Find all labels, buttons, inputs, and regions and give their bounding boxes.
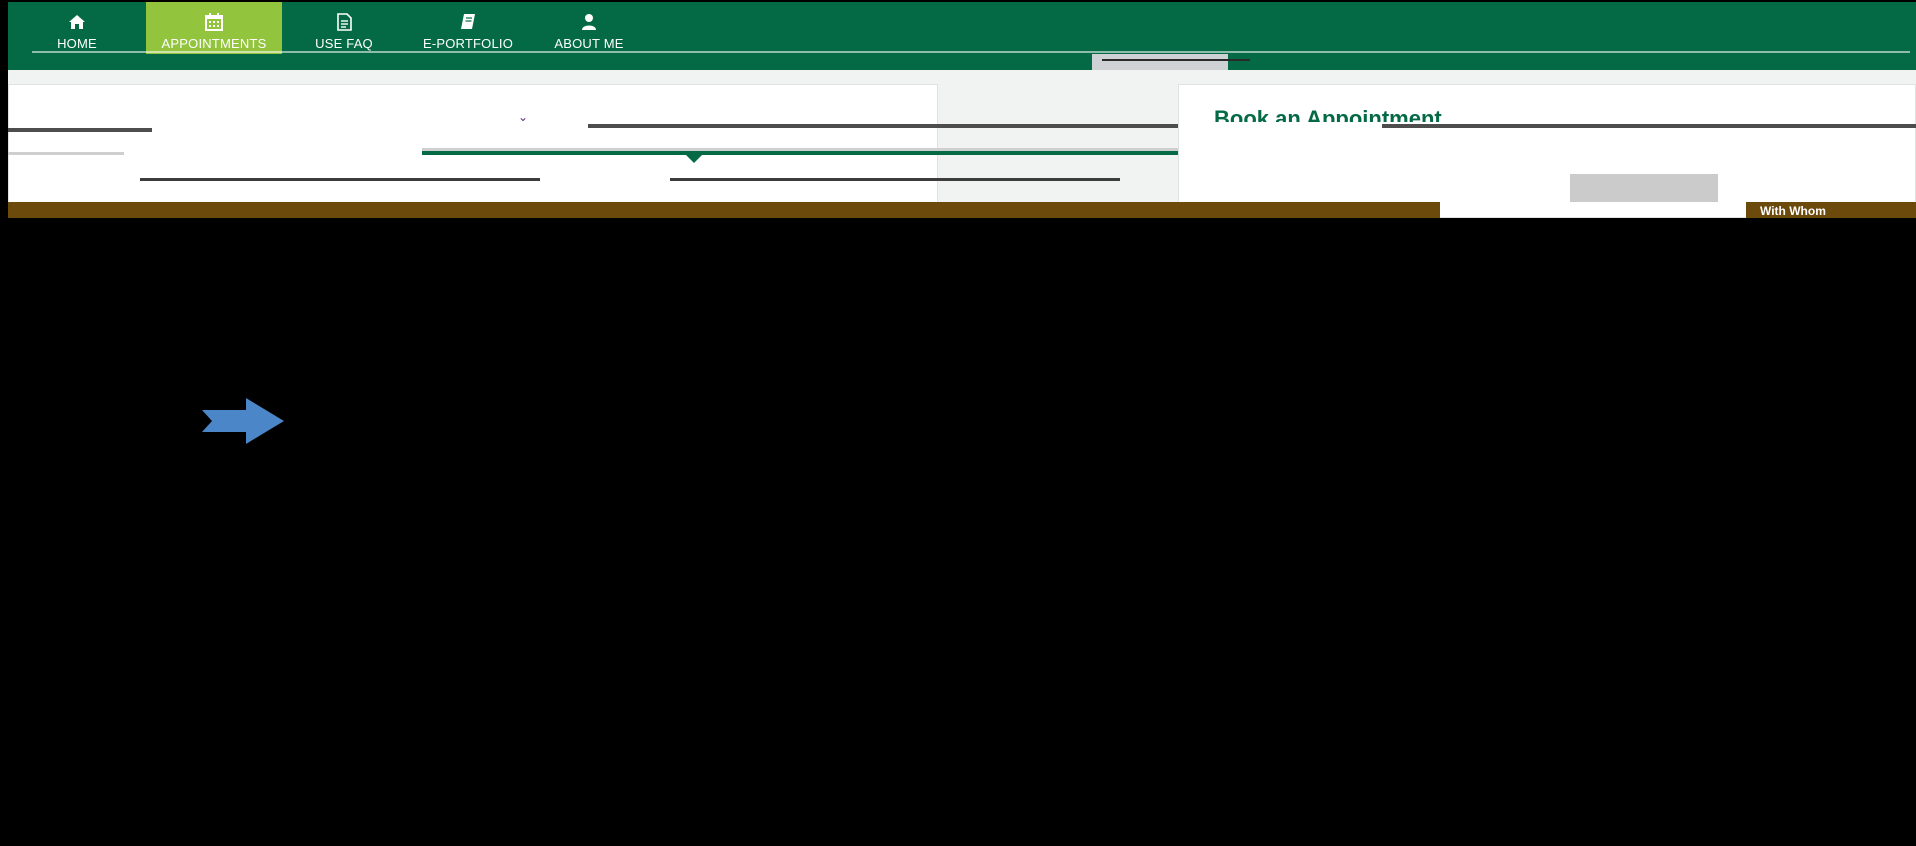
results-header-bar bbox=[8, 202, 1440, 218]
app-window: HOME APPOINTMENTS USE FAQ E-PORTFOLIO AB… bbox=[8, 0, 1916, 846]
nav-label-e-portfolio: E-PORTFOLIO bbox=[422, 36, 514, 51]
home-icon bbox=[69, 15, 85, 29]
panel-subheading-rule bbox=[8, 152, 124, 155]
right-panel-field[interactable] bbox=[1570, 174, 1718, 202]
nav-menu: HOME APPOINTMENTS USE FAQ E-PORTFOLIO AB… bbox=[8, 2, 648, 54]
calendar-icon bbox=[205, 13, 223, 31]
right-panel-rule bbox=[1382, 124, 1916, 128]
nav-item-appointments[interactable]: APPOINTMENTS bbox=[146, 2, 282, 54]
active-step-pointer bbox=[686, 155, 702, 163]
document-icon bbox=[337, 13, 352, 31]
nav-item-home[interactable]: HOME bbox=[8, 2, 146, 54]
nav-tab-underline bbox=[1102, 59, 1250, 61]
panel-heading-rule bbox=[8, 128, 152, 132]
top-navigation-bar: HOME APPOINTMENTS USE FAQ E-PORTFOLIO AB… bbox=[8, 2, 1916, 72]
book-icon bbox=[461, 14, 475, 29]
nav-item-e-portfolio[interactable]: E-PORTFOLIO bbox=[406, 2, 530, 54]
nav-divider bbox=[32, 51, 1910, 53]
user-icon bbox=[582, 14, 596, 30]
book-appointment-panel bbox=[1178, 84, 1916, 218]
nav-label-about-me: ABOUT ME bbox=[554, 36, 624, 51]
obscured-content-area bbox=[8, 218, 1916, 846]
nav-item-about-me[interactable]: ABOUT ME bbox=[530, 2, 648, 54]
right-arrow-icon bbox=[202, 398, 284, 444]
step-rule bbox=[670, 178, 1120, 181]
with-whom-card[interactable]: With Whom bbox=[1746, 202, 1916, 218]
nav-item-use-faq[interactable]: USE FAQ bbox=[282, 2, 406, 54]
nav-label-use-faq: USE FAQ bbox=[315, 36, 373, 51]
step-rule bbox=[140, 178, 540, 181]
book-appointment-title: Book an Appointment bbox=[1214, 106, 1442, 122]
nav-label-home: HOME bbox=[57, 36, 97, 51]
nav-label-appointments: APPOINTMENTS bbox=[161, 36, 267, 51]
chevron-down-icon: ⌄ bbox=[518, 110, 529, 124]
filter-toggle[interactable]: ⌄ bbox=[518, 110, 528, 124]
